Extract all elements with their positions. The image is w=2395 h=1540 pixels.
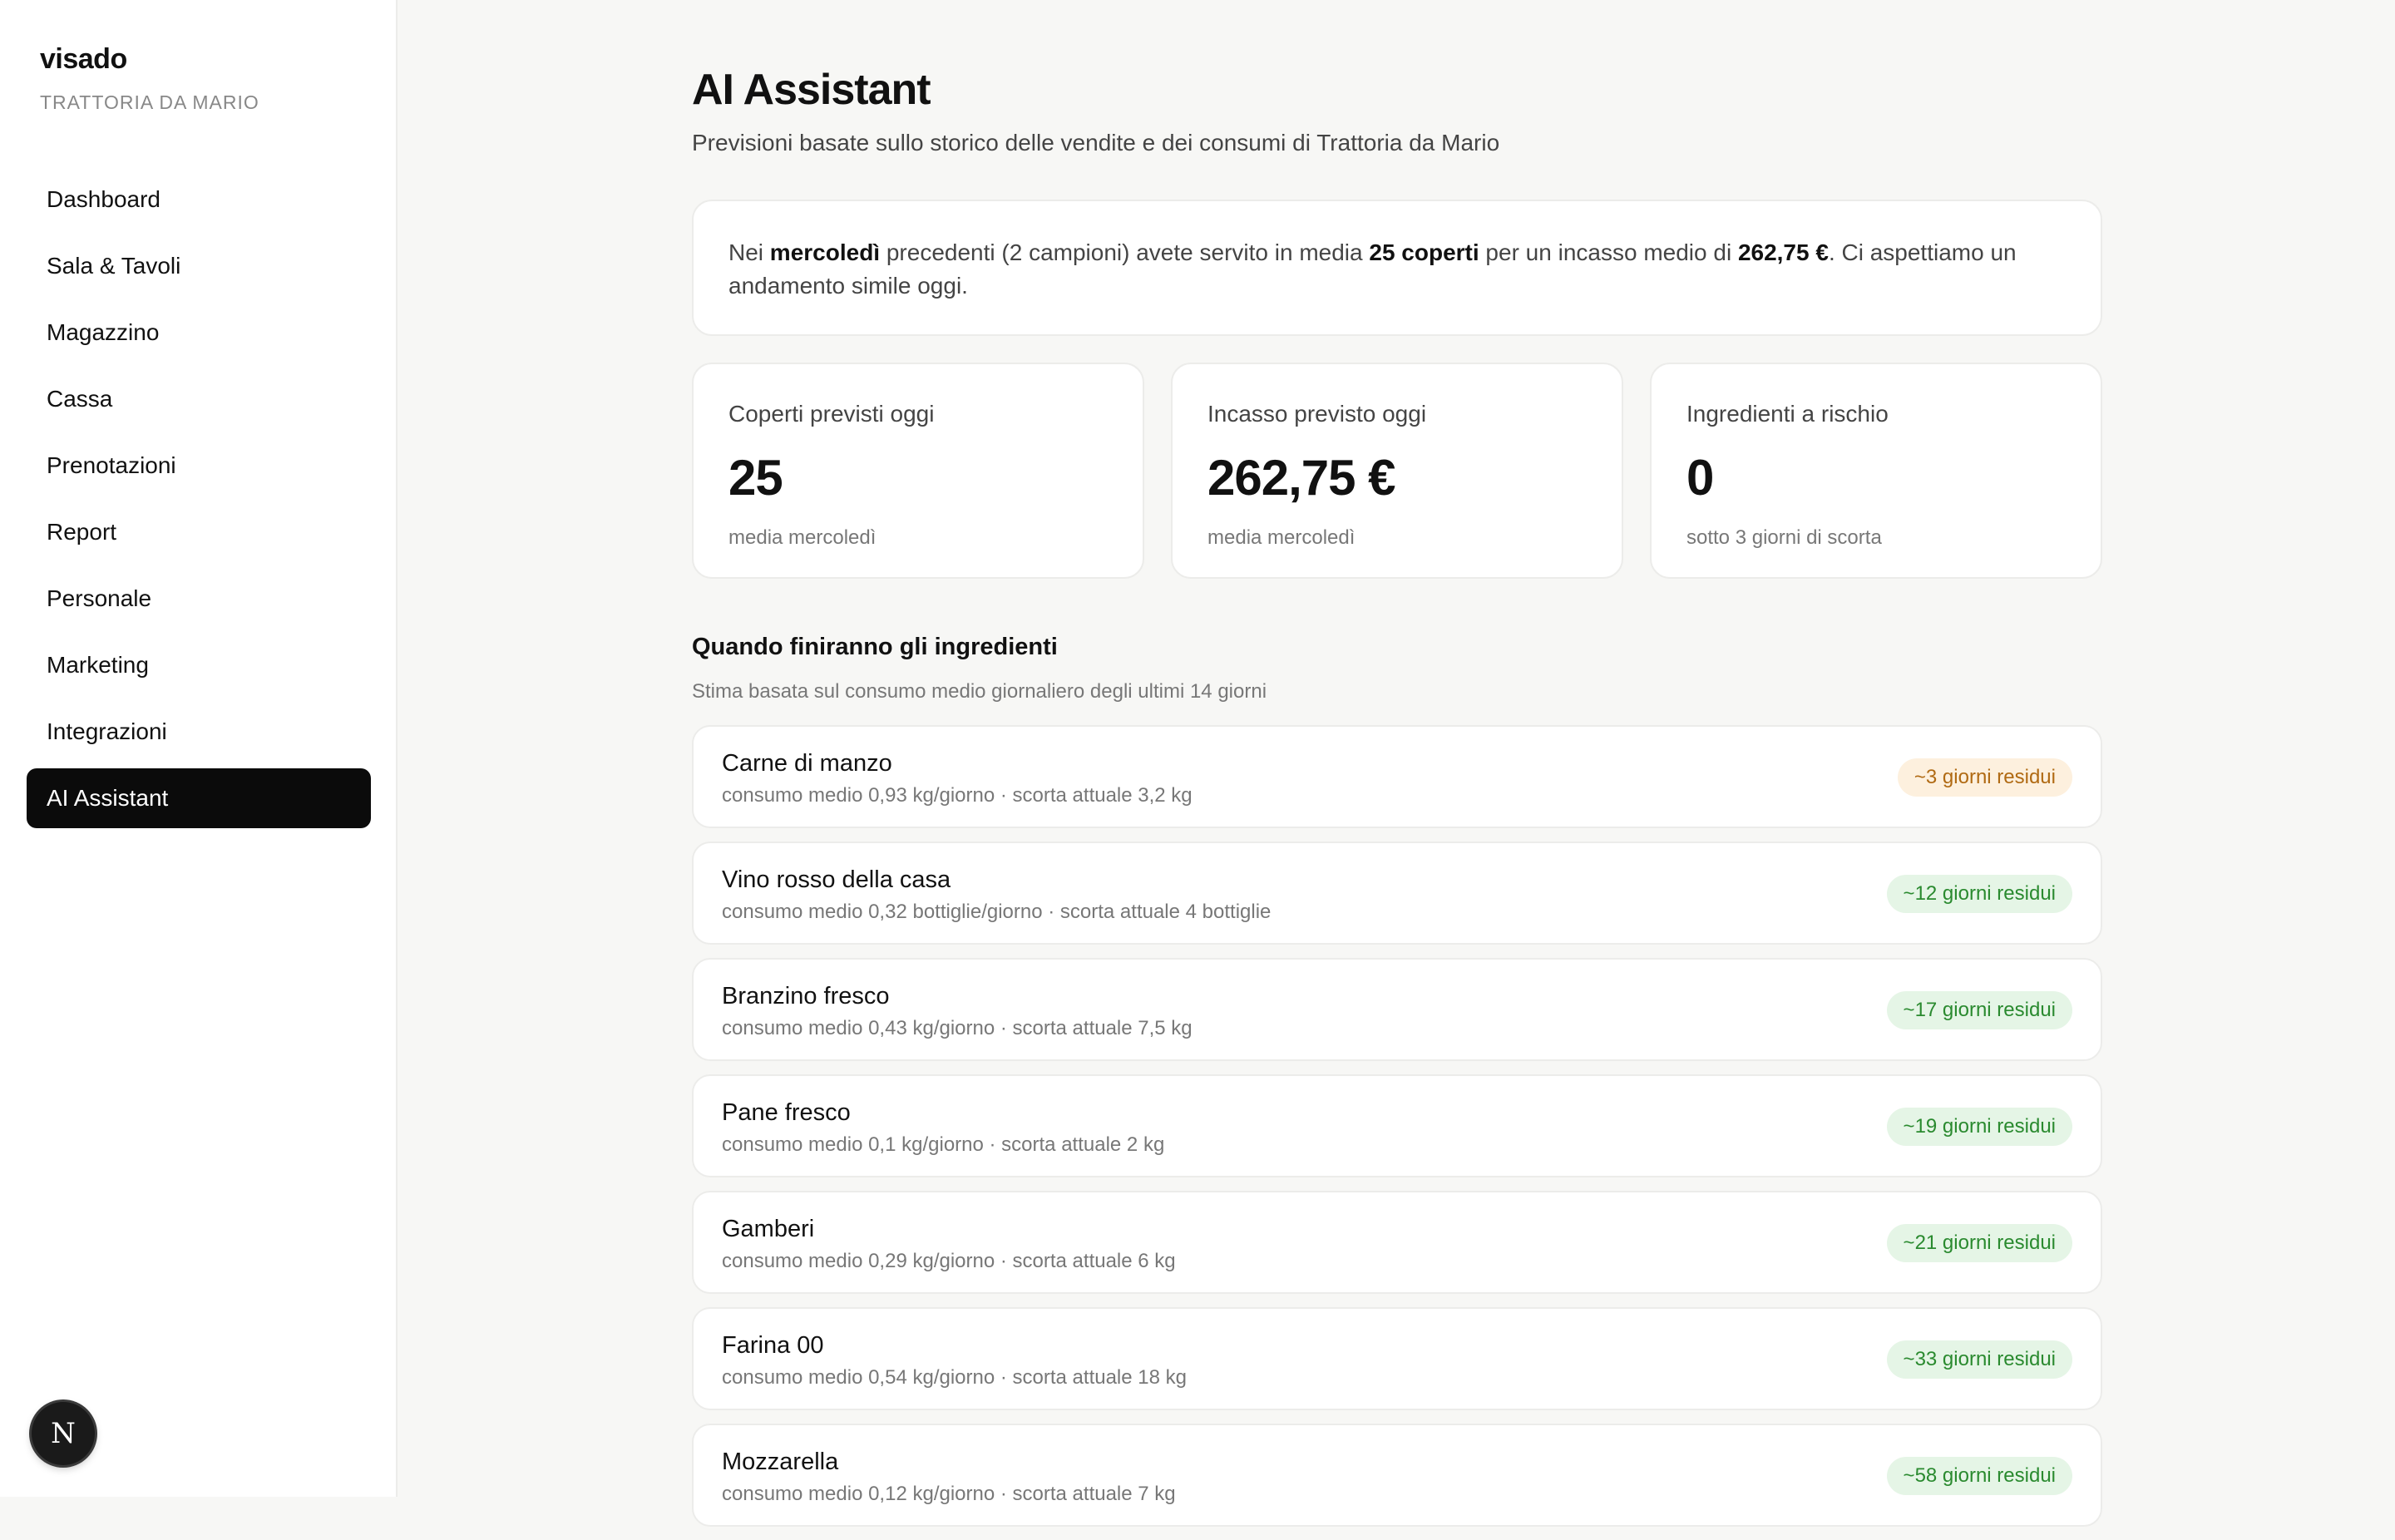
list-item[interactable]: Farina 00 consumo medio 0,54 kg/giorno ·… bbox=[692, 1307, 2102, 1410]
list-item[interactable]: Gamberi consumo medio 0,29 kg/giorno · s… bbox=[692, 1191, 2102, 1294]
list-item[interactable]: Pane fresco consumo medio 0,1 kg/giorno … bbox=[692, 1074, 2102, 1177]
sidebar-item-report[interactable]: Report bbox=[27, 502, 371, 562]
list-item[interactable]: Vino rosso della casa consumo medio 0,32… bbox=[692, 842, 2102, 945]
summary-text: precedenti (2 campioni) avete servito in… bbox=[880, 239, 1370, 265]
summary-text: Nei bbox=[728, 239, 770, 265]
stat-value: 262,75 € bbox=[1207, 450, 1396, 506]
sidebar-item-personale[interactable]: Personale bbox=[27, 569, 371, 629]
sidebar-item-sala-tavoli[interactable]: Sala & Tavoli bbox=[27, 236, 371, 296]
sidebar: visado TRATTORIA DA MARIO Dashboard Sala… bbox=[0, 0, 398, 1497]
list-item[interactable]: Branzino fresco consumo medio 0,43 kg/gi… bbox=[692, 958, 2102, 1061]
sidebar-item-marketing[interactable]: Marketing bbox=[27, 635, 371, 695]
page-title: AI Assistant bbox=[692, 66, 931, 114]
ingredient-name: Farina 00 bbox=[722, 1332, 824, 1359]
section-title: Quando finiranno gli ingredienti bbox=[692, 634, 1058, 660]
stat-card-risk: Ingredienti a rischio 0 sotto 3 giorni d… bbox=[1650, 363, 2102, 579]
days-left-badge: ~17 giorni residui bbox=[1886, 991, 2072, 1029]
summary-covers: 25 coperti bbox=[1369, 239, 1479, 265]
sidebar-item-ai-assistant[interactable]: AI Assistant bbox=[27, 768, 371, 828]
sidebar-item-magazzino[interactable]: Magazzino bbox=[27, 303, 371, 363]
ingredient-name: Branzino fresco bbox=[722, 983, 890, 1009]
ingredient-meta: consumo medio 0,54 kg/giorno · scorta at… bbox=[722, 1366, 1187, 1389]
ingredient-name: Mozzarella bbox=[722, 1449, 839, 1475]
stat-note: sotto 3 giorni di scorta bbox=[1686, 526, 1882, 549]
restaurant-name: TRATTORIA DA MARIO bbox=[40, 91, 259, 113]
ingredient-name: Vino rosso della casa bbox=[722, 866, 951, 893]
stat-note: media mercoledì bbox=[728, 526, 877, 549]
forecast-summary-card: Nei mercoledì precedenti (2 campioni) av… bbox=[692, 200, 2102, 336]
ingredient-list: Carne di manzo consumo medio 0,93 kg/gio… bbox=[692, 725, 2102, 1540]
stat-label: Ingredienti a rischio bbox=[1686, 401, 1889, 427]
ingredient-name: Pane fresco bbox=[722, 1099, 851, 1126]
stat-value: 25 bbox=[728, 450, 783, 506]
summary-weekday: mercoledì bbox=[769, 239, 881, 265]
list-item[interactable]: Carne di manzo consumo medio 0,93 kg/gio… bbox=[692, 725, 2102, 828]
summary-text: per un incasso medio di bbox=[1479, 239, 1738, 265]
stat-card-covers: Coperti previsti oggi 25 media mercoledì bbox=[692, 363, 1144, 579]
sidebar-item-dashboard[interactable]: Dashboard bbox=[27, 170, 371, 230]
ingredient-name: Carne di manzo bbox=[722, 750, 892, 777]
stats-row: Coperti previsti oggi 25 media mercoledì… bbox=[692, 363, 2102, 579]
sidebar-item-cassa[interactable]: Cassa bbox=[27, 369, 371, 429]
ingredient-meta: consumo medio 0,32 bottiglie/giorno · sc… bbox=[722, 901, 1272, 923]
section-subtitle: Stima basata sul consumo medio giornalie… bbox=[692, 680, 1267, 703]
stat-note: media mercoledì bbox=[1207, 526, 1356, 549]
app: visado TRATTORIA DA MARIO Dashboard Sala… bbox=[0, 0, 2395, 1527]
days-left-badge: ~21 giorni residui bbox=[1886, 1224, 2072, 1262]
sidebar-item-integrazioni[interactable]: Integrazioni bbox=[27, 702, 371, 762]
ingredient-name: Gamberi bbox=[722, 1216, 815, 1242]
sidebar-nav: Dashboard Sala & Tavoli Magazzino Cassa … bbox=[27, 170, 371, 835]
days-left-badge: ~3 giorni residui bbox=[1897, 758, 2072, 797]
nextjs-dev-icon[interactable]: N bbox=[32, 1402, 95, 1465]
sidebar-item-prenotazioni[interactable]: Prenotazioni bbox=[27, 436, 371, 496]
ingredient-meta: consumo medio 0,93 kg/giorno · scorta at… bbox=[722, 784, 1193, 807]
days-left-badge: ~19 giorni residui bbox=[1886, 1108, 2072, 1146]
brand-logo[interactable]: visado bbox=[40, 43, 127, 76]
stat-card-revenue: Incasso previsto oggi 262,75 € media mer… bbox=[1171, 363, 1623, 579]
ingredient-meta: consumo medio 0,43 kg/giorno · scorta at… bbox=[722, 1017, 1193, 1039]
days-left-badge: ~12 giorni residui bbox=[1886, 875, 2072, 913]
stat-value: 0 bbox=[1686, 450, 1714, 506]
list-item[interactable]: Mozzarella consumo medio 0,12 kg/giorno … bbox=[692, 1424, 2102, 1527]
days-left-badge: ~33 giorni residui bbox=[1886, 1340, 2072, 1379]
stat-label: Incasso previsto oggi bbox=[1207, 401, 1427, 427]
stat-label: Coperti previsti oggi bbox=[728, 401, 935, 427]
summary-revenue: 262,75 € bbox=[1737, 239, 1829, 265]
page-subtitle: Previsioni basate sullo storico delle ve… bbox=[692, 130, 1500, 155]
days-left-badge: ~58 giorni residui bbox=[1886, 1457, 2072, 1495]
ingredient-meta: consumo medio 0,29 kg/giorno · scorta at… bbox=[722, 1250, 1176, 1272]
ingredient-meta: consumo medio 0,1 kg/giorno · scorta att… bbox=[722, 1133, 1165, 1156]
ingredient-meta: consumo medio 0,12 kg/giorno · scorta at… bbox=[722, 1483, 1176, 1505]
